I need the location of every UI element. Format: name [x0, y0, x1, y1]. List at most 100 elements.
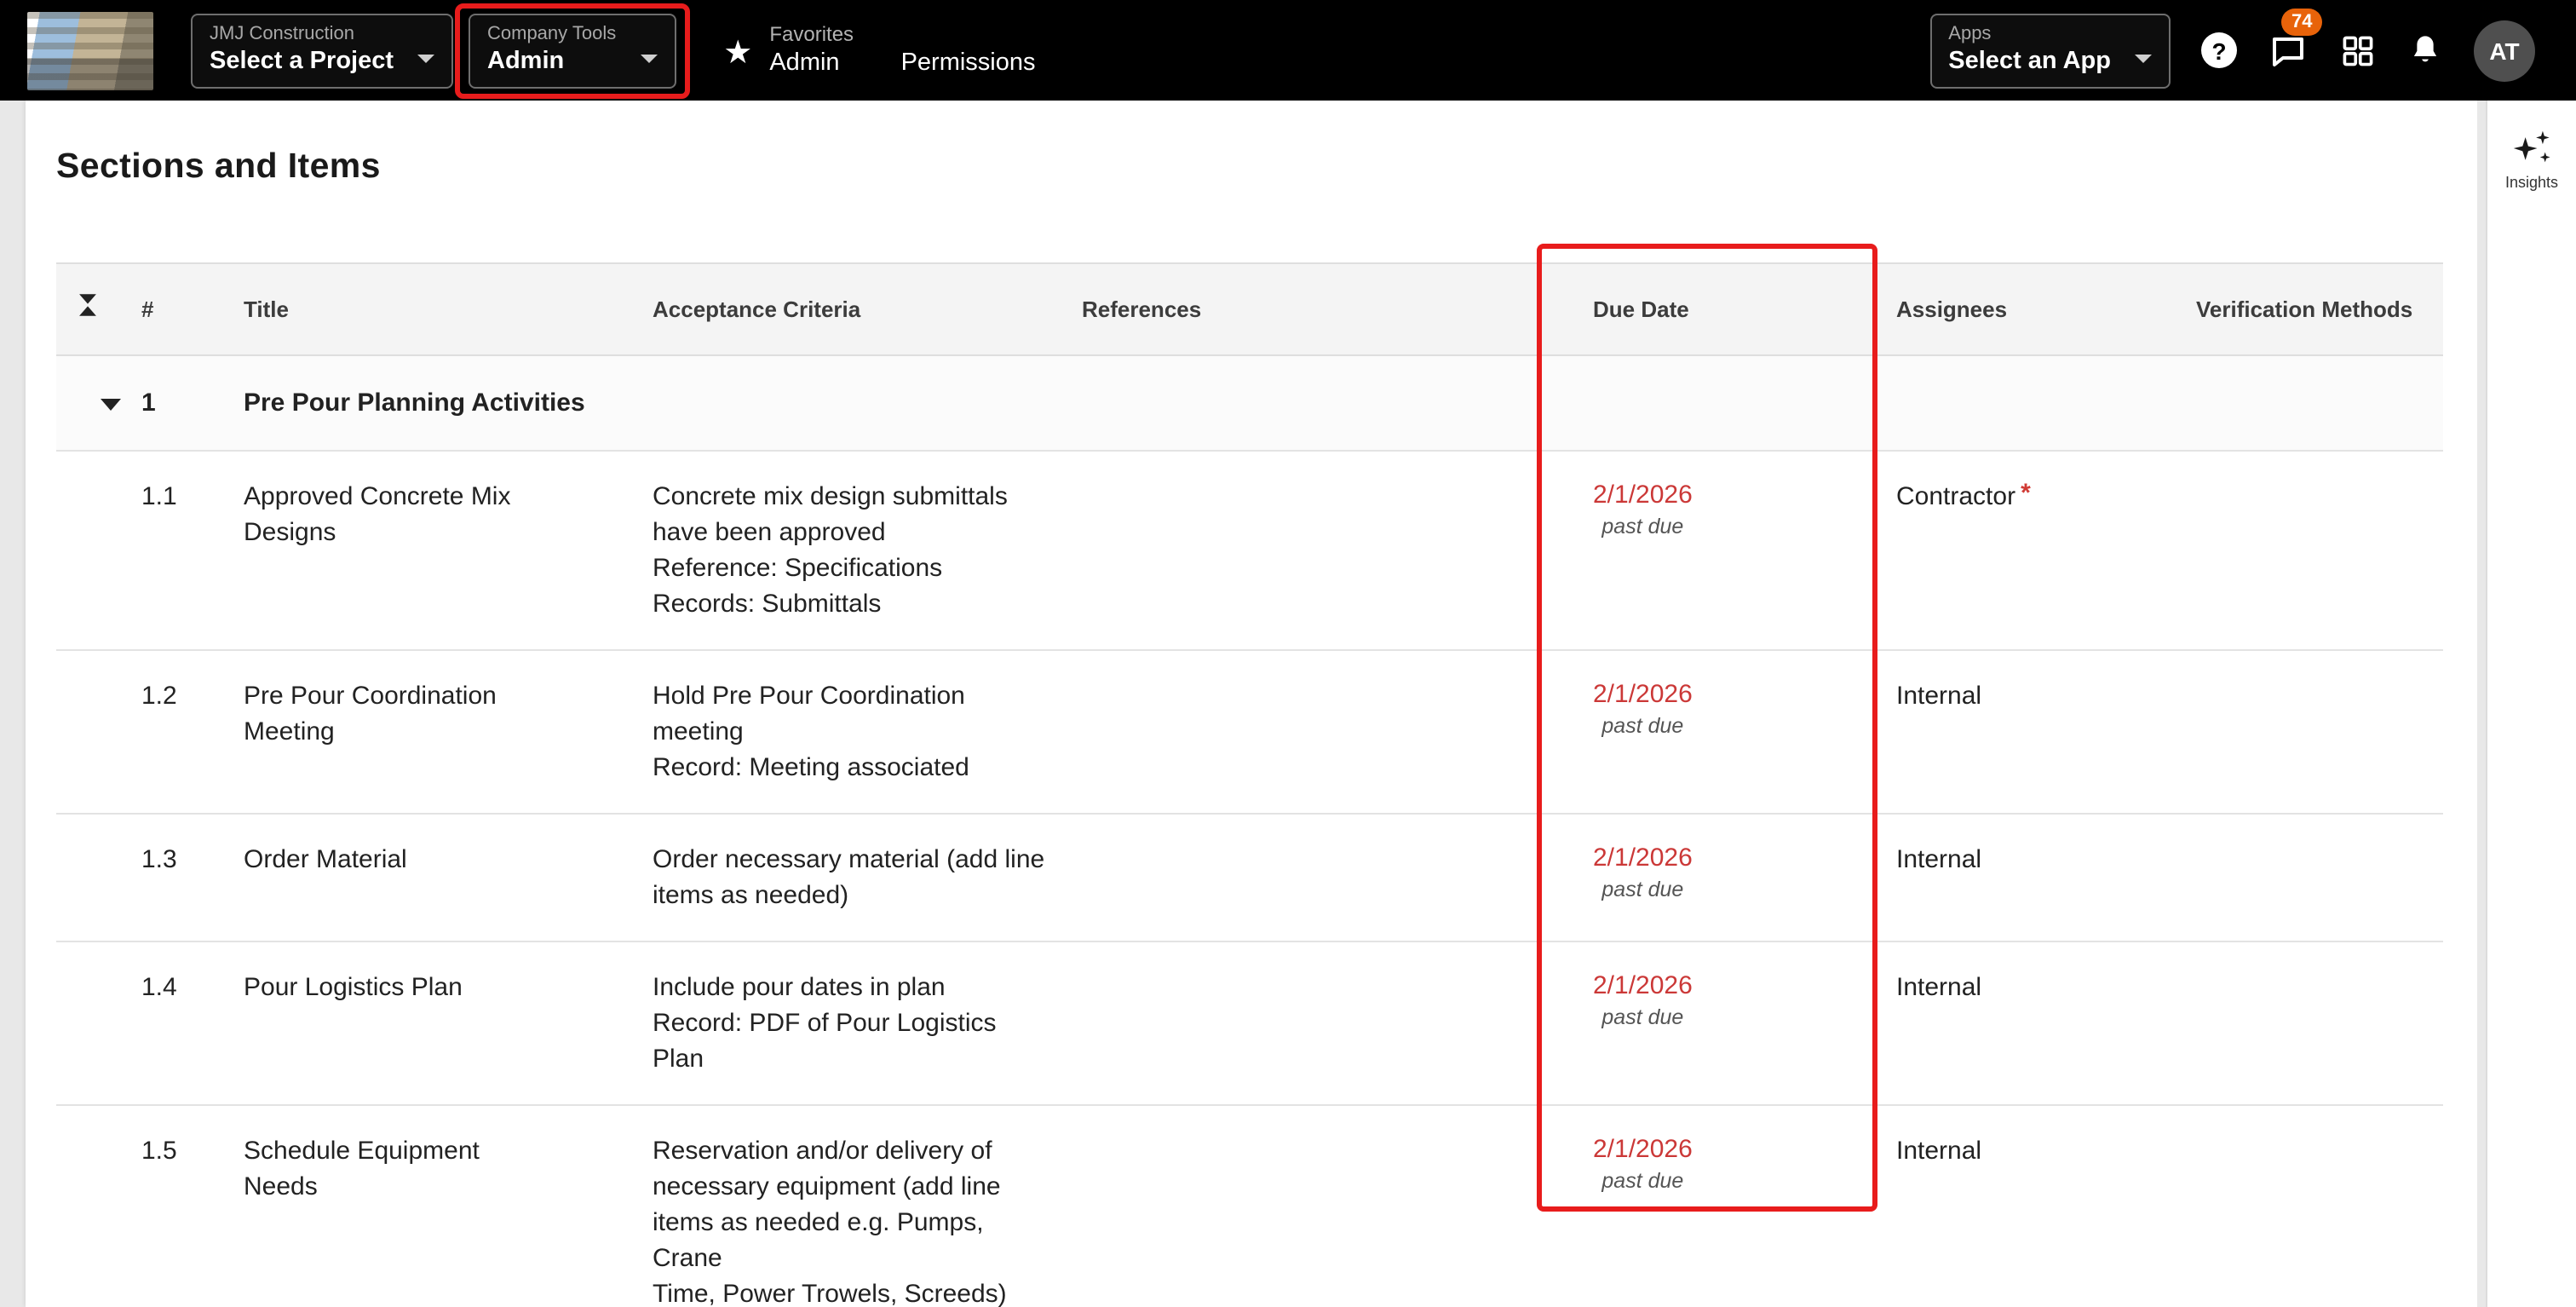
favorite-link-permissions[interactable]: Permissions [901, 48, 1036, 81]
chevron-down-icon [640, 55, 658, 63]
table-header-row: # Title Acceptance Criteria References D… [56, 262, 2443, 356]
project-selector-dropdown[interactable]: JMJ Construction Select a Project [191, 13, 453, 88]
favorites-group: ★ Favorites Admin Permissions [723, 20, 1035, 81]
grid-icon [2343, 35, 2373, 66]
chat-icon [2273, 37, 2303, 66]
company-tools-label: Company Tools [487, 23, 617, 44]
app-launcher-button[interactable] [2339, 32, 2377, 69]
item-number: 1.4 [128, 941, 230, 1106]
section-number: 1 [128, 355, 230, 452]
company-tools-value: Admin [487, 48, 565, 76]
due-date-status: past due [1601, 1005, 1684, 1029]
notifications-button[interactable] [2407, 32, 2443, 68]
company-tools-dropdown[interactable]: Company Tools Admin [469, 13, 676, 88]
item-title: Pre Pour Coordination Meeting [244, 682, 497, 746]
item-assignees: Internal [1896, 973, 1982, 1002]
item-row[interactable]: 1.4 Pour Logistics Plan Include pour dat… [56, 941, 2443, 1106]
user-avatar[interactable]: AT [2474, 20, 2535, 81]
item-acceptance-criteria: Reservation and/or delivery of necessary… [653, 1137, 1007, 1307]
help-icon: ? [2201, 32, 2237, 68]
item-number: 1.1 [128, 451, 230, 651]
apps-dropdown[interactable]: Apps Select an App [1929, 13, 2171, 88]
item-row[interactable]: 1.3 Order Material Order necessary mater… [56, 814, 2443, 942]
item-number: 1.2 [128, 650, 230, 815]
item-due-date-cell[interactable]: 2/1/2026 past due [1579, 814, 1883, 942]
item-verification [2182, 941, 2443, 1106]
item-due-date-cell[interactable]: 2/1/2026 past due [1579, 1105, 1883, 1307]
item-verification [2182, 451, 2443, 651]
item-verification [2182, 650, 2443, 815]
top-navigation-bar: JMJ Construction Select a Project Compan… [0, 0, 2576, 101]
section-row[interactable]: 1 Pre Pour Planning Activities [56, 355, 2443, 452]
item-references [1068, 650, 1579, 815]
due-date-value: 2/1/2026 [1593, 844, 1693, 872]
bell-icon [2413, 36, 2437, 62]
column-header-due-date: Due Date [1579, 262, 1883, 356]
left-gutter [0, 101, 26, 1307]
page-body: Sections and Items # Title Acceptance Cr… [0, 101, 2576, 1307]
messages-button[interactable]: 74 [2268, 8, 2323, 71]
insights-sparkle-icon [2513, 130, 2550, 163]
item-acceptance-criteria: Concrete mix design submittals have been… [653, 482, 1008, 619]
column-header-acceptance: Acceptance Criteria [639, 262, 1068, 356]
chevron-down-icon [2135, 55, 2152, 63]
item-title: Schedule Equipment Needs [244, 1137, 480, 1201]
chevron-down-icon [417, 55, 434, 63]
required-asterisk: * [2021, 479, 2031, 508]
insights-label: Insights [2504, 174, 2559, 191]
favorites-label: Favorites [769, 21, 854, 46]
due-date-value: 2/1/2026 [1593, 1135, 1693, 1164]
project-selector-label: JMJ Construction [210, 23, 354, 44]
notification-count-badge: 74 [2281, 8, 2323, 35]
due-date-value: 2/1/2026 [1593, 481, 1693, 510]
right-rail: Insights [2486, 101, 2576, 1307]
project-selector-value: Select a Project [210, 48, 394, 76]
company-logo[interactable] [27, 11, 153, 89]
item-title: Pour Logistics Plan [244, 973, 463, 1002]
due-date-status: past due [1601, 515, 1684, 538]
app-stage: JMJ Construction Select a Project Compan… [0, 0, 2576, 1307]
due-date-status: past due [1601, 1169, 1684, 1193]
item-row[interactable]: 1.5 Schedule Equipment Needs Reservation… [56, 1105, 2443, 1307]
due-date-status: past due [1601, 878, 1684, 901]
item-acceptance-criteria: Include pour dates in plan Record: PDF o… [653, 973, 997, 1074]
column-header-number: # [128, 262, 230, 356]
section-title: Pre Pour Planning Activities [230, 355, 1579, 452]
help-button[interactable]: ? [2201, 32, 2237, 68]
item-verification [2182, 814, 2443, 942]
item-title: Approved Concrete Mix Designs [244, 482, 511, 547]
apps-value: Select an App [1948, 48, 2111, 76]
item-verification [2182, 1105, 2443, 1307]
item-due-date-cell[interactable]: 2/1/2026 past due [1579, 451, 1883, 651]
item-row[interactable]: 1.2 Pre Pour Coordination Meeting Hold P… [56, 650, 2443, 815]
item-references [1068, 814, 1579, 942]
due-date-value: 2/1/2026 [1593, 680, 1693, 709]
insights-button[interactable]: Insights [2505, 128, 2558, 191]
collapse-all-icon[interactable] [73, 290, 102, 320]
right-gutter [2477, 101, 2486, 1307]
item-references [1068, 1105, 1579, 1307]
item-number: 1.5 [128, 1105, 230, 1307]
item-references [1068, 451, 1579, 651]
section-collapse-icon[interactable] [101, 399, 121, 411]
item-due-date-cell[interactable]: 2/1/2026 past due [1579, 650, 1883, 815]
main-content: Sections and Items # Title Acceptance Cr… [26, 101, 2477, 1307]
item-assignees: Contractor [1896, 482, 2016, 511]
item-due-date-cell[interactable]: 2/1/2026 past due [1579, 941, 1883, 1106]
item-row[interactable]: 1.1 Approved Concrete Mix Designs Concre… [56, 451, 2443, 651]
item-title: Order Material [244, 845, 407, 874]
column-header-verification: Verification Methods [2182, 262, 2443, 356]
apps-label: Apps [1948, 23, 1992, 44]
item-references [1068, 941, 1579, 1106]
item-assignees: Internal [1896, 682, 1982, 711]
column-header-title: Title [230, 262, 639, 356]
item-assignees: Internal [1896, 845, 1982, 874]
due-date-value: 2/1/2026 [1593, 971, 1693, 1000]
column-header-assignees: Assignees [1883, 262, 2182, 356]
item-assignees: Internal [1896, 1137, 1982, 1166]
column-header-references: References [1068, 262, 1579, 356]
favorites-star-icon[interactable]: ★ [723, 34, 752, 73]
favorite-link-admin[interactable]: Admin [769, 48, 839, 81]
item-acceptance-criteria: Hold Pre Pour Coordination meeting Recor… [653, 682, 969, 782]
sections-items-table: # Title Acceptance Criteria References D… [56, 262, 2443, 1307]
